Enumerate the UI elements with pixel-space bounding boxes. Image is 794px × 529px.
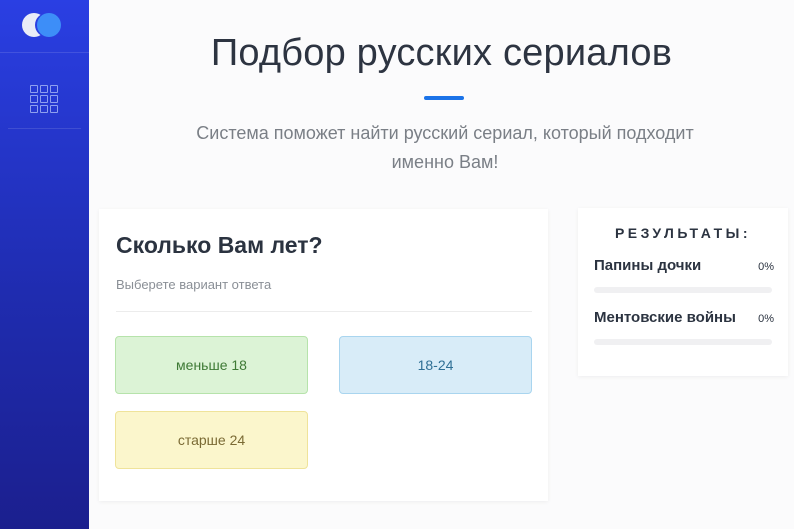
subtitle-line-1: Система поможет найти русский сериал, ко… bbox=[196, 123, 694, 143]
result-item: Ментовские войны 0% bbox=[594, 309, 774, 345]
divider bbox=[116, 311, 532, 312]
answer-option-under-18[interactable]: меньше 18 bbox=[115, 336, 308, 394]
logo-icon[interactable] bbox=[0, 0, 89, 53]
result-percent: 0% bbox=[758, 313, 774, 325]
answer-option-18-24[interactable]: 18-24 bbox=[339, 336, 532, 394]
page-subtitle: Система поможет найти русский сериал, ко… bbox=[150, 119, 740, 177]
result-name: Папины дочки bbox=[594, 257, 702, 274]
result-progress-bar bbox=[594, 287, 772, 293]
question-hint: Выберете вариант ответа bbox=[116, 277, 272, 292]
question-title: Сколько Вам лет? bbox=[116, 232, 323, 258]
subtitle-line-2: именно Вам! bbox=[391, 152, 499, 172]
page-title: Подбор русских сериалов bbox=[210, 32, 673, 74]
results-title: РЕЗУЛЬТАТЫ: bbox=[614, 225, 752, 241]
result-progress-bar bbox=[594, 339, 772, 345]
result-item: Папины дочки 0% bbox=[594, 257, 774, 293]
sidebar bbox=[0, 0, 89, 529]
question-card: Сколько Вам лет? Выберете вариант ответа… bbox=[99, 209, 548, 501]
answer-option-over-24[interactable]: старше 24 bbox=[115, 411, 308, 469]
logo-circle-right bbox=[37, 13, 61, 37]
apps-menu-button[interactable] bbox=[8, 63, 81, 129]
grid-icon bbox=[30, 85, 58, 113]
title-underline bbox=[424, 96, 464, 100]
result-name: Ментовские войны bbox=[594, 309, 736, 326]
results-card: РЕЗУЛЬТАТЫ: Папины дочки 0% Ментовские в… bbox=[578, 208, 788, 376]
result-percent: 0% bbox=[758, 261, 774, 273]
